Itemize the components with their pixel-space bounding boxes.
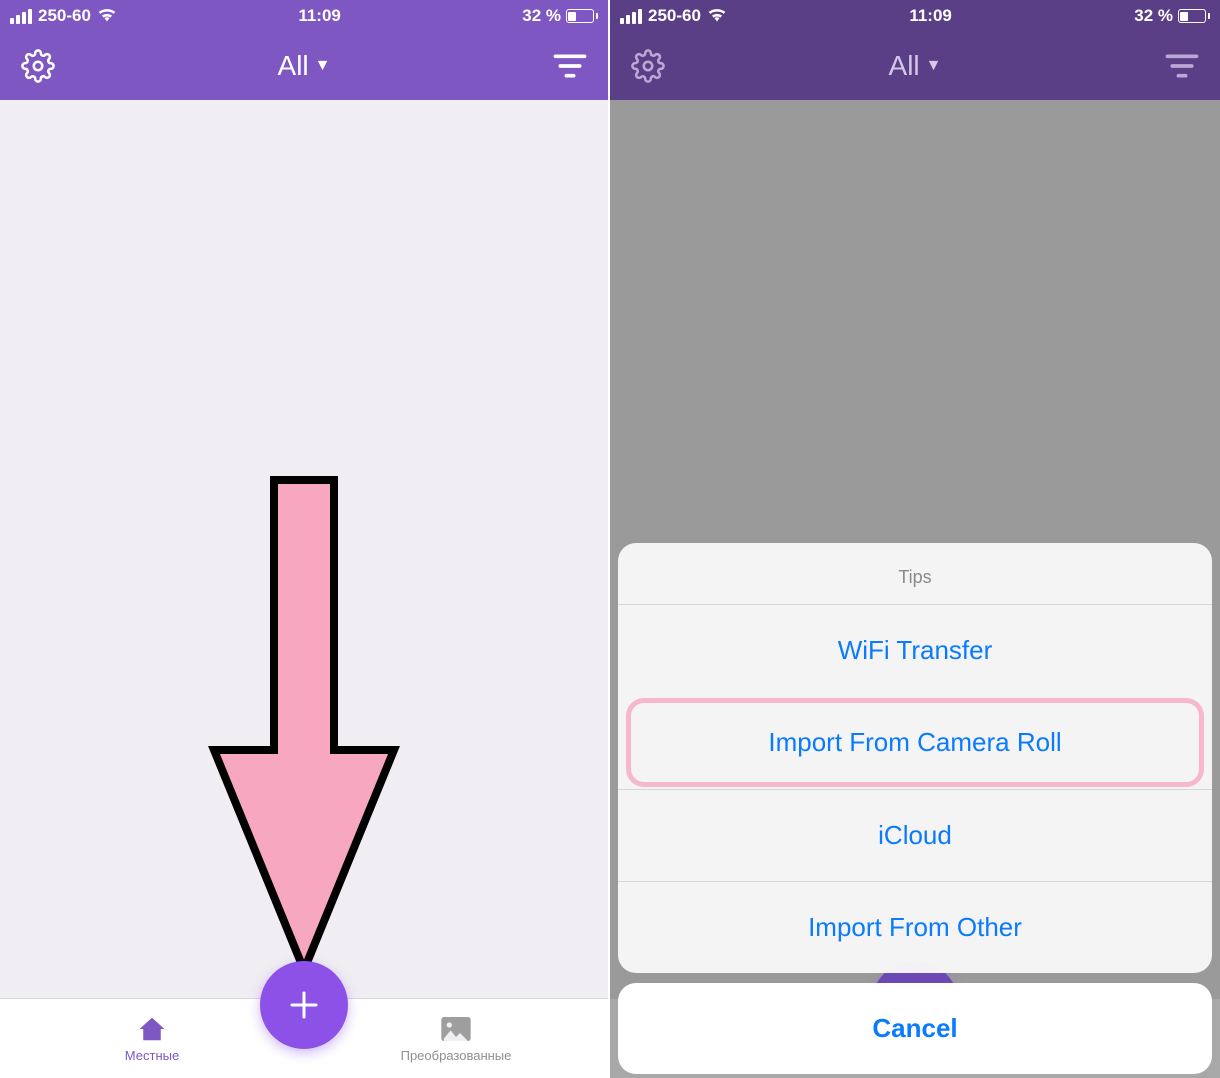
option-icloud[interactable]: iCloud [618, 789, 1212, 881]
status-bar: 250-60 11:09 32 % [610, 0, 1220, 32]
clock-label: 11:09 [298, 6, 341, 26]
action-sheet-title: Tips [618, 543, 1212, 604]
option-wifi-transfer[interactable]: WiFi Transfer [618, 604, 1212, 696]
tab-local-label: Местные [125, 1048, 179, 1063]
add-button[interactable] [260, 961, 348, 1049]
caret-down-icon: ▼ [926, 57, 942, 75]
filter-dropdown[interactable]: All ▼ [278, 50, 331, 82]
tab-bar: Местные Преобразованные [0, 998, 608, 1078]
action-sheet-options: Tips WiFi Transfer Import From Camera Ro… [618, 543, 1212, 973]
option-import-camera-roll[interactable]: Import From Camera Roll [626, 698, 1204, 787]
status-bar: 250-60 11:09 32 % [0, 0, 608, 32]
nav-bar: All ▼ [0, 32, 608, 100]
tab-converted[interactable]: Преобразованные [304, 1014, 608, 1063]
signal-icon [10, 9, 32, 24]
sort-button[interactable] [550, 46, 590, 86]
home-icon [135, 1014, 169, 1044]
annotation-arrow [204, 470, 404, 995]
filter-dropdown: All ▼ [889, 50, 942, 82]
content-area [0, 100, 608, 998]
screen-before: 250-60 11:09 32 % All ▼ [0, 0, 610, 1078]
carrier-label: 250-60 [38, 6, 91, 26]
filter-label: All [889, 50, 920, 82]
battery-icon [1178, 9, 1210, 23]
clock-label: 11:09 [909, 6, 952, 26]
tab-local[interactable]: Местные [0, 1014, 304, 1063]
sort-button [1162, 46, 1202, 86]
battery-pct-label: 32 % [522, 6, 561, 26]
cancel-button[interactable]: Cancel [618, 983, 1212, 1074]
caret-down-icon: ▼ [315, 57, 331, 75]
tab-converted-label: Преобразованные [401, 1048, 512, 1063]
battery-icon [566, 9, 598, 23]
option-import-other[interactable]: Import From Other [618, 881, 1212, 973]
settings-button [628, 46, 668, 86]
filter-label: All [278, 50, 309, 82]
carrier-label: 250-60 [648, 6, 701, 26]
screen-after: 250-60 11:09 32 % All ▼ [610, 0, 1220, 1078]
nav-bar: All ▼ [610, 32, 1220, 100]
image-icon [439, 1014, 473, 1044]
wifi-icon [97, 6, 117, 27]
action-sheet: Tips WiFi Transfer Import From Camera Ro… [618, 543, 1212, 1074]
signal-icon [620, 9, 642, 24]
wifi-icon [707, 6, 727, 27]
battery-pct-label: 32 % [1134, 6, 1173, 26]
settings-button[interactable] [18, 46, 58, 86]
